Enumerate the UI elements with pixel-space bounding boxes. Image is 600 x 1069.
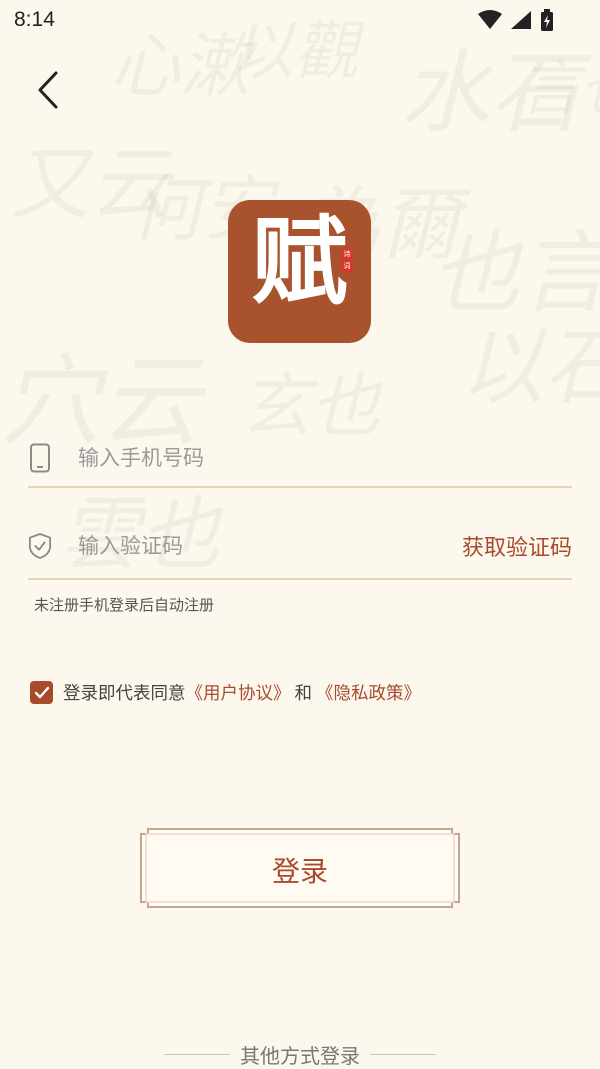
privacy-policy-link[interactable]: 《隐私政策》 (316, 680, 421, 705)
verification-code-input[interactable] (78, 526, 462, 566)
user-agreement-link[interactable]: 《用户协议》 (186, 680, 291, 705)
get-code-button[interactable]: 获取验证码 (462, 530, 572, 562)
battery-icon (540, 9, 554, 35)
wifi-icon (478, 10, 502, 34)
back-button[interactable] (28, 68, 68, 116)
other-login-label[interactable]: 其他方式登录 (240, 1040, 360, 1069)
status-bar: 8:14 (0, 0, 600, 40)
app-logo: 赋 诗词 (228, 200, 371, 343)
agreement-checkbox[interactable] (30, 681, 53, 704)
divider-line-right (370, 1054, 436, 1055)
status-icons (478, 9, 554, 35)
logo-seal: 诗词 (341, 248, 353, 272)
agreement-row: 登录即代表同意 《用户协议》 和 《隐私政策》 (30, 680, 421, 705)
login-label: 登录 (271, 855, 328, 888)
phone-input[interactable] (78, 438, 572, 478)
chevron-left-icon (36, 70, 60, 114)
agreement-prefix: 登录即代表同意 (63, 684, 186, 704)
login-button[interactable]: 登录 (140, 828, 460, 908)
phone-field-row (28, 430, 572, 488)
status-time: 8:14 (14, 8, 55, 31)
auto-register-hint: 未注册手机登录后自动注册 (34, 596, 215, 614)
divider-line-left (164, 1054, 230, 1055)
agreement-conjunction: 和 (294, 684, 313, 704)
phone-icon (28, 442, 52, 474)
cellular-signal-icon (510, 10, 532, 34)
code-field-row: 获取验证码 (28, 514, 572, 580)
shield-check-icon (28, 530, 52, 562)
other-login-divider: 其他方式登录 (0, 1040, 600, 1069)
